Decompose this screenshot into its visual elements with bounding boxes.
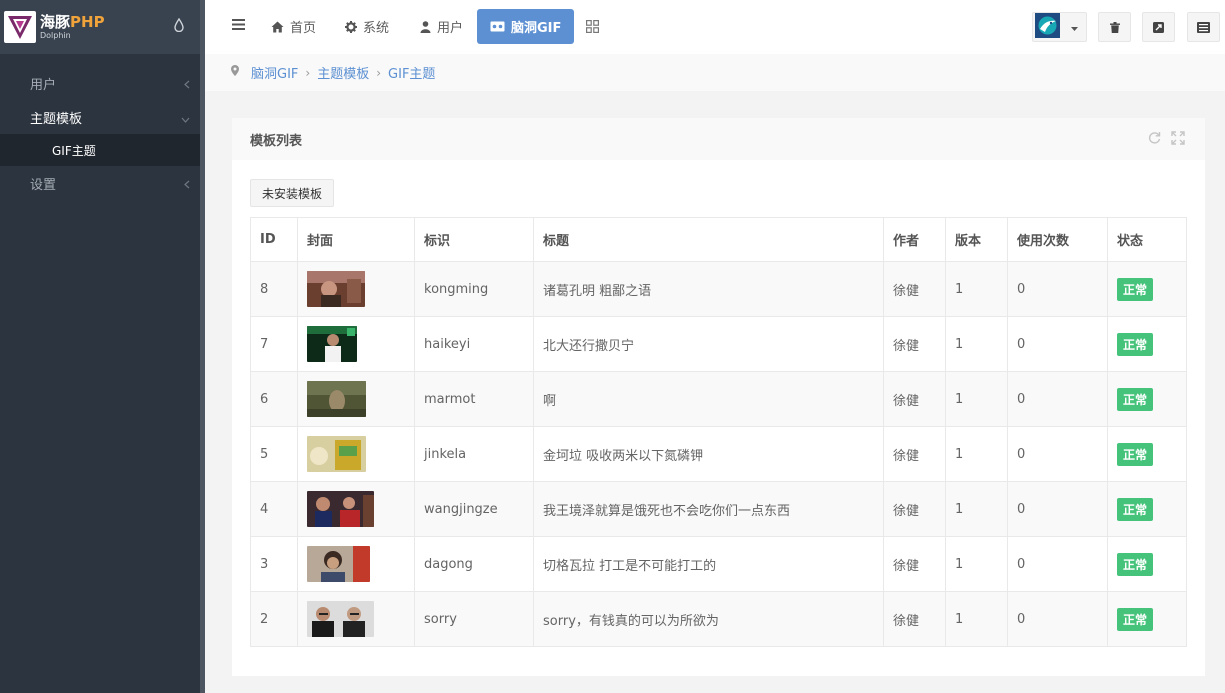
cover-image[interactable] [307,601,374,637]
list-panel-icon [1197,21,1210,33]
gear-icon [345,20,357,33]
table-row: 6 marmot 啊 徐健 1 0 正常 [250,371,1187,427]
menu-toggle-button[interactable] [223,9,260,44]
templates-table: ID 封面 标识 标题 作者 版本 使用次数 状态 8 kongming 诸葛孔… [250,217,1187,647]
col-name: 标识 [414,217,534,262]
template-list-block: 模板列表 未安装模板 ID 封面 标识 标题 作者 版本 使用次数 状态 8 k… [232,118,1205,676]
status-badge: 正常 [1117,387,1154,411]
side-overlay-button[interactable] [1187,12,1220,42]
table-row: 5 jinkela 金坷垃 吸收两米以下氮磷钾 徐健 1 0 正常 [250,426,1187,482]
status-badge: 正常 [1117,332,1154,356]
block-title: 模板列表 [250,133,303,149]
cover-image[interactable] [307,326,357,362]
chevron-right-icon: › [305,65,311,80]
gif-icon [490,21,505,32]
user-icon [420,20,431,33]
status-badge: 正常 [1117,497,1154,521]
col-status: 状态 [1107,217,1187,262]
breadcrumb-themes[interactable]: 主题模板 [317,63,369,82]
table-row: 4 wangjingze 我王境泽就算是饿死也不会吃你们一点东西 徐健 1 0 … [250,481,1187,537]
refresh-icon[interactable] [1148,131,1161,145]
nav-home[interactable]: 首页 [262,9,325,44]
brand-sub: Dolphin [40,30,71,40]
drop-icon[interactable] [174,17,184,36]
col-cover: 封面 [297,217,415,262]
trash-icon [1109,21,1120,33]
home-icon [271,21,284,32]
cover-image[interactable] [307,436,366,472]
cover-image[interactable] [307,271,365,307]
map-marker-icon [231,65,239,80]
cover-image[interactable] [307,546,370,582]
status-badge: 正常 [1117,552,1154,576]
logo-icon [4,11,36,43]
apps-button[interactable] [577,9,614,44]
clear-cache-button[interactable] [1098,12,1131,42]
nav-system[interactable]: 系统 [336,9,398,44]
brand-name: 海豚PHP [40,12,105,31]
user-avatar-dropdown[interactable] [1032,12,1087,42]
sidebar-item-gif-theme[interactable]: GIF主题 [0,134,200,166]
grid-icon [586,20,599,33]
chevron-left-icon [184,78,190,93]
cover-image[interactable] [307,491,374,527]
status-badge: 正常 [1117,442,1154,466]
nav-users[interactable]: 用户 [411,9,472,44]
sidebar-item-themes[interactable]: 主题模板 [0,100,200,134]
status-badge: 正常 [1117,277,1154,301]
fullscreen-icon[interactable] [1171,131,1185,145]
brand[interactable]: 海豚PHP Dolphin [0,0,200,54]
breadcrumb-gif[interactable]: 脑洞GIF [251,63,298,82]
sidebar-item-users[interactable]: 用户 [0,66,200,100]
col-title: 标题 [533,217,884,262]
caret-down-icon [1071,20,1078,35]
table-row: 2 sorry sorry，有钱真的可以为所欲为 徐健 1 0 正常 [250,591,1187,647]
hamburger-icon [232,19,251,34]
avatar [1035,12,1060,42]
table-row: 8 kongming 诸葛孔明 粗鄙之语 徐健 1 0 正常 [250,261,1187,317]
breadcrumb-gif-theme[interactable]: GIF主题 [388,63,435,82]
col-version: 版本 [945,217,1008,262]
open-site-button[interactable] [1142,12,1175,42]
breadcrumb: 脑洞GIF › 主题模板 › GIF主题 [205,54,1225,91]
sidebar-divider [200,0,205,693]
col-author: 作者 [883,217,946,262]
table-row: 7 haikeyi 北大还行撒贝宁 徐健 1 0 正常 [250,316,1187,372]
sidebar: 海豚PHP Dolphin 用户 主题模板 GIF主题 设置 [0,0,200,693]
sidebar-item-settings[interactable]: 设置 [0,166,200,200]
table-row: 3 dagong 切格瓦拉 打工是不可能打工的 徐健 1 0 正常 [250,536,1187,592]
chevron-down-icon [181,112,190,127]
top-header: 首页 系统 用户 脑洞GIF [205,0,1225,54]
status-badge: 正常 [1117,607,1154,631]
external-link-icon [1153,21,1164,33]
col-uses: 使用次数 [1007,217,1108,262]
nav-gif[interactable]: 脑洞GIF [477,9,575,44]
col-id: ID [250,217,298,262]
chevron-right-icon: › [376,65,382,80]
uninstalled-templates-button[interactable]: 未安装模板 [250,179,335,207]
chevron-left-icon [184,178,190,193]
cover-image[interactable] [307,381,366,417]
